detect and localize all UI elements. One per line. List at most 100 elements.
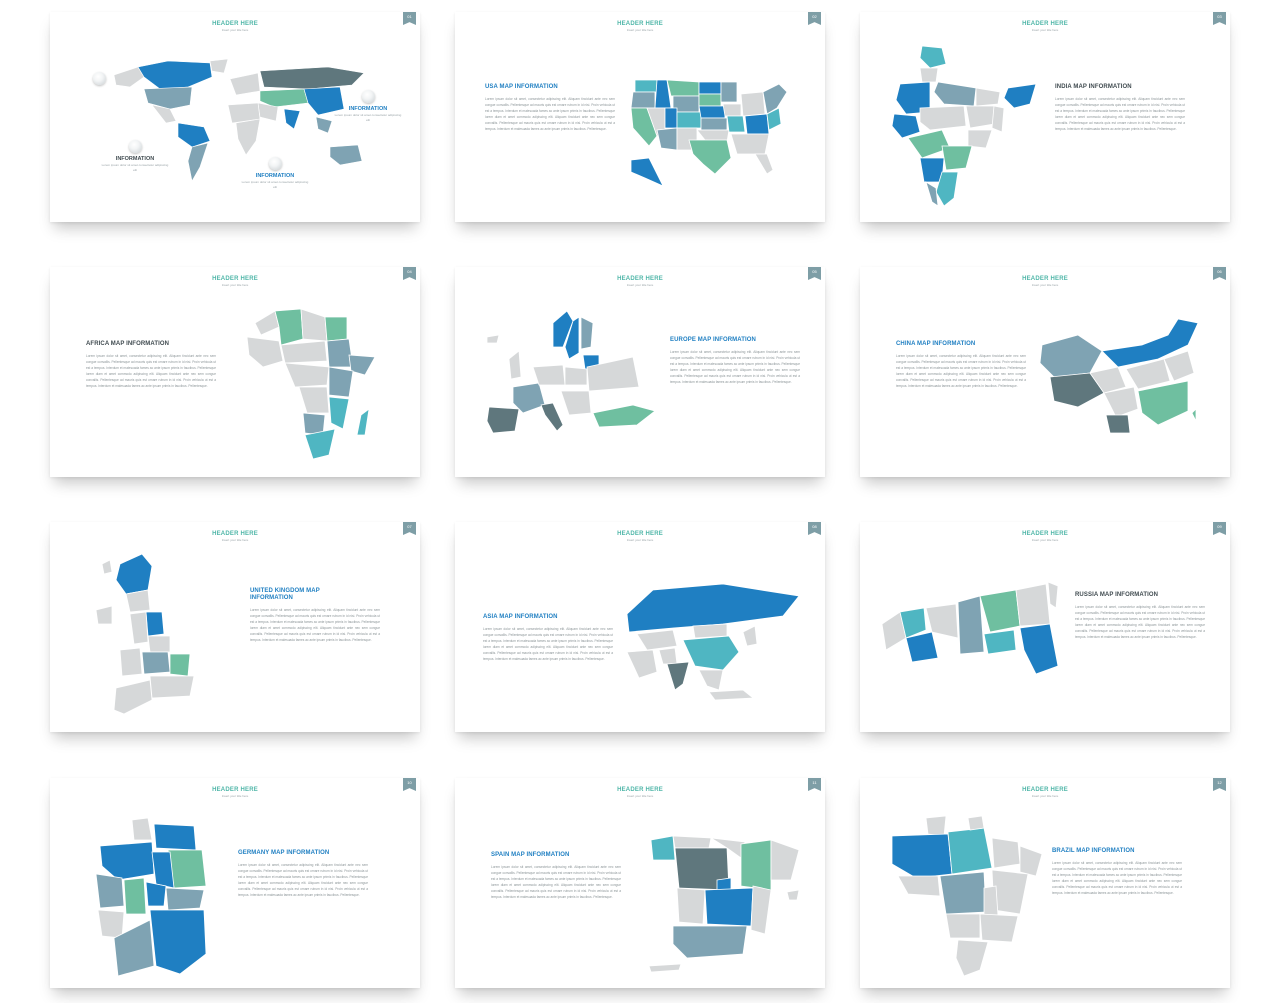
region-islands bbox=[101, 559, 113, 575]
region-sudan bbox=[326, 338, 354, 368]
region-kamchatka bbox=[1047, 581, 1059, 609]
info-title: SPAIN MAP INFORMATION bbox=[491, 852, 570, 858]
callout-africa: INFORMATION Lorem ipsum dolor sit amet c… bbox=[240, 157, 310, 189]
region-nordeste-1 bbox=[991, 837, 1021, 869]
region-northeast bbox=[145, 611, 165, 637]
state-mt bbox=[666, 79, 700, 97]
region-galicia bbox=[650, 835, 676, 861]
region-mp bbox=[919, 105, 967, 131]
header-title: HEADER HERE bbox=[1022, 787, 1068, 793]
slide-africa-map[interactable]: HEADER HERE Insert your title here 04 AF… bbox=[50, 267, 420, 477]
info-block: ASIA MAP INFORMATION Lorem ipsum dolor s… bbox=[483, 614, 613, 663]
region-sachsen-anhalt bbox=[151, 851, 175, 889]
region-drc bbox=[298, 386, 330, 414]
info-body: Lorem ipsum dolor sit amet, consectetur … bbox=[1075, 605, 1205, 640]
region-usa bbox=[143, 86, 193, 110]
region-southwest bbox=[113, 679, 153, 715]
state-az bbox=[656, 127, 678, 151]
region-iceland bbox=[486, 334, 500, 344]
slide-europe-map[interactable]: HEADER HERE Insert your title here 05 EU… bbox=[455, 267, 825, 477]
region-goias bbox=[983, 885, 999, 917]
slide-india-map[interactable]: HEADER HERE Insert your title here 03 IN… bbox=[860, 12, 1230, 222]
brazil-map bbox=[891, 815, 1043, 977]
header-title: HEADER HERE bbox=[617, 531, 663, 537]
region-kerala bbox=[925, 181, 939, 207]
info-block: USA MAP INFORMATION Lorem ipsum dolor si… bbox=[485, 84, 615, 133]
slide-uk-map[interactable]: HEADER HERE Insert your title here 07 UN… bbox=[50, 522, 420, 732]
info-title: INDIA MAP INFORMATION bbox=[1055, 84, 1132, 90]
region-niger-chad bbox=[280, 340, 328, 364]
info-body: Lorem ipsum dolor sit amet, consectetur … bbox=[483, 627, 613, 662]
slide-asia-map[interactable]: HEADER HERE Insert your title here 08 AS… bbox=[455, 522, 825, 732]
slide-header: HEADER HERE Insert your title here bbox=[860, 787, 1230, 798]
info-title: ASIA MAP INFORMATION bbox=[483, 614, 558, 620]
state-fl bbox=[754, 153, 774, 175]
region-turkey bbox=[592, 404, 656, 428]
region-france bbox=[512, 382, 546, 414]
state-or bbox=[630, 91, 656, 109]
region-aragon bbox=[740, 839, 772, 891]
slide-usa-map[interactable]: HEADER HERE Insert your title here 02 US… bbox=[455, 12, 825, 222]
info-title: EUROPE MAP INFORMATION bbox=[670, 337, 756, 343]
region-east-anglia bbox=[169, 653, 191, 677]
region-acre-rondonia bbox=[897, 875, 941, 897]
slide-world-map[interactable]: HEADER HERE Insert your title here 01 IN… bbox=[50, 12, 420, 222]
header-subtitle: Insert your title here bbox=[626, 538, 654, 542]
slide-header: HEADER HERE Insert your title here bbox=[860, 531, 1230, 542]
info-body: Lorem ipsum dolor sit amet, consectetur … bbox=[86, 354, 216, 389]
region-valencia bbox=[750, 885, 772, 935]
region-odisha bbox=[967, 129, 993, 149]
europe-map bbox=[486, 310, 656, 434]
region-xinjiang bbox=[1039, 334, 1103, 378]
region-amapa bbox=[967, 815, 985, 831]
slide-germany-map[interactable]: HEADER HERE Insert your title here 10 GE… bbox=[50, 778, 420, 988]
state-wa bbox=[634, 79, 658, 93]
slide-header: HEADER HERE Insert your title here bbox=[455, 531, 825, 542]
region-russia bbox=[259, 66, 365, 90]
pin-icon bbox=[128, 140, 142, 153]
region-nepal-border bbox=[975, 87, 1001, 107]
slide-spain-map[interactable]: HEADER HERE Insert your title here 11 SP… bbox=[455, 778, 825, 988]
region-castilla-mancha bbox=[704, 887, 754, 927]
info-title: GERMANY MAP INFORMATION bbox=[238, 850, 330, 856]
region-se-asia bbox=[315, 116, 333, 134]
state-nd bbox=[698, 81, 722, 95]
region-midlands bbox=[141, 651, 171, 675]
callout-title: INFORMATION bbox=[115, 156, 155, 162]
info-title: UNITED KINGDOM MAP INFORMATION bbox=[250, 588, 320, 601]
region-benelux-de bbox=[532, 364, 566, 386]
region-south bbox=[955, 939, 989, 977]
region-far-east bbox=[1019, 623, 1059, 675]
slide-brazil-map[interactable]: HEADER HERE Insert your title here 12 BR… bbox=[860, 778, 1230, 988]
region-extremadura bbox=[676, 887, 706, 925]
china-map bbox=[1039, 318, 1199, 434]
region-pakistan bbox=[658, 647, 678, 665]
russia-map bbox=[881, 581, 1059, 675]
india-map bbox=[891, 45, 1037, 207]
region-northwest bbox=[129, 611, 149, 645]
region-europe bbox=[229, 72, 261, 96]
region-canada bbox=[137, 60, 213, 90]
callout-title: INFORMATION bbox=[255, 173, 295, 179]
state-east-1 bbox=[740, 91, 766, 117]
region-sh bbox=[131, 817, 153, 841]
slide-header: HEADER HERE Insert your title here bbox=[50, 21, 420, 32]
slide-header: HEADER HERE Insert your title here bbox=[455, 21, 825, 32]
region-west-africa bbox=[246, 336, 284, 368]
region-mv bbox=[153, 823, 197, 851]
slide-header: HEADER HERE Insert your title here bbox=[860, 276, 1230, 287]
slide-china-map[interactable]: HEADER HERE Insert your title here 06 CH… bbox=[860, 267, 1230, 477]
header-title: HEADER HERE bbox=[1022, 21, 1068, 27]
region-andalucia bbox=[672, 925, 748, 959]
header-subtitle: Insert your title here bbox=[626, 283, 654, 287]
info-body: Lorem ipsum dolor sit amet, consectetur … bbox=[670, 350, 800, 385]
state-mo bbox=[726, 115, 746, 133]
region-southeast bbox=[149, 675, 195, 699]
header-subtitle: Insert your title here bbox=[221, 283, 249, 287]
region-australia bbox=[329, 144, 363, 166]
info-body: Lorem ipsum dolor sit amet, consectetur … bbox=[1055, 97, 1185, 132]
region-punjab bbox=[919, 67, 939, 83]
slide-russia-map[interactable]: HEADER HERE Insert your title here 09 RU… bbox=[860, 522, 1230, 732]
slide-header: HEADER HERE Insert your title here bbox=[455, 276, 825, 287]
info-body: Lorem ipsum dolor sit amet, consectetur … bbox=[238, 863, 368, 898]
